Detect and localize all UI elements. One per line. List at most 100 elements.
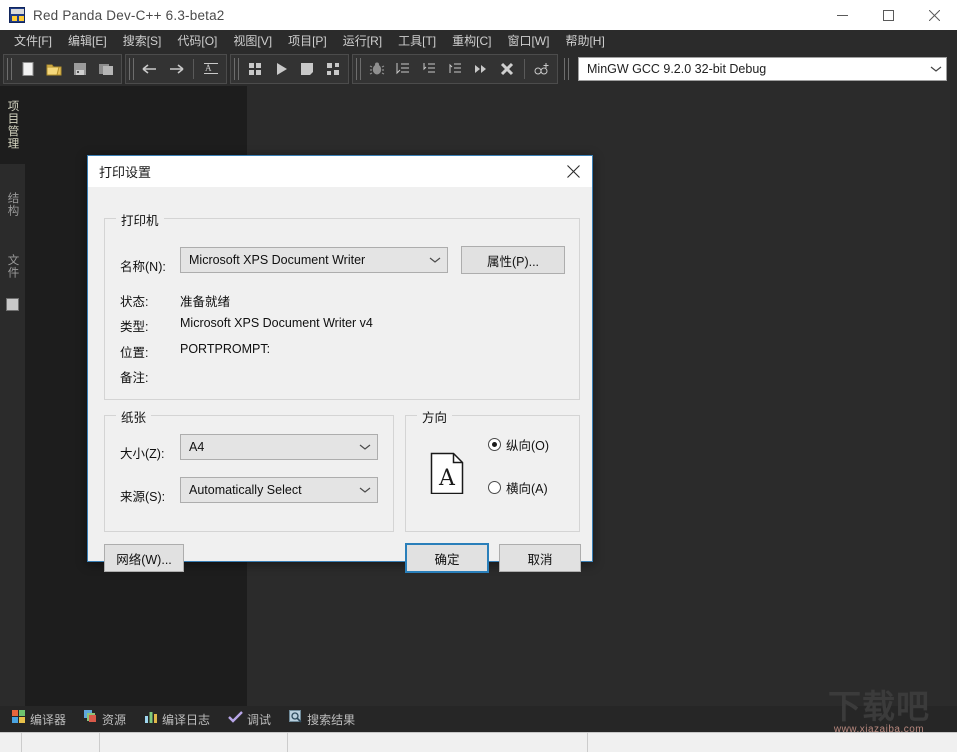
paper-source-select[interactable]: Automatically Select bbox=[180, 477, 378, 503]
new-file-icon[interactable] bbox=[15, 56, 41, 82]
toolbar-grip[interactable] bbox=[356, 58, 361, 80]
toolbar-group-build bbox=[230, 54, 349, 84]
app-logo-icon bbox=[9, 7, 25, 23]
application-window: Red Panda Dev-C++ 6.3-beta2 文件[F] 编辑[E] … bbox=[0, 0, 957, 752]
toolbar-grip[interactable] bbox=[129, 58, 134, 80]
step-out-icon[interactable] bbox=[442, 56, 468, 82]
printer-type-label: 类型: bbox=[120, 320, 149, 334]
continue-icon[interactable] bbox=[468, 56, 494, 82]
back-arrow-icon[interactable] bbox=[137, 56, 163, 82]
paper-group-title: 纸张 bbox=[116, 407, 152, 426]
printer-name-label: 名称(N): bbox=[120, 260, 166, 274]
orientation-portrait-radio[interactable]: 纵向(O) bbox=[488, 435, 549, 454]
bottom-tab-compiler[interactable]: 编译器 bbox=[12, 709, 67, 729]
title-bar: Red Panda Dev-C++ 6.3-beta2 bbox=[0, 0, 957, 30]
window-title: Red Panda Dev-C++ 6.3-beta2 bbox=[33, 7, 225, 23]
printer-name-select[interactable]: Microsoft XPS Document Writer bbox=[180, 247, 448, 273]
cancel-button[interactable]: 取消 bbox=[499, 544, 581, 572]
cancel-button-label: 取消 bbox=[527, 552, 553, 567]
menu-tools[interactable]: 工具[T] bbox=[390, 31, 444, 51]
menu-file[interactable]: 文件[F] bbox=[6, 31, 60, 51]
menu-edit[interactable]: 编辑[E] bbox=[60, 31, 115, 51]
printer-group-title: 打印机 bbox=[116, 210, 164, 229]
ok-button-label: 确定 bbox=[434, 552, 460, 567]
check-icon bbox=[228, 710, 243, 729]
format-code-icon[interactable]: A bbox=[198, 56, 224, 82]
debug-bug-icon[interactable] bbox=[364, 56, 390, 82]
save-all-icon[interactable] bbox=[93, 56, 119, 82]
chevron-down-icon bbox=[359, 483, 371, 497]
menu-window[interactable]: 窗口[W] bbox=[499, 31, 557, 51]
printer-comment-label: 备注: bbox=[120, 371, 149, 385]
radio-landscape-indicator bbox=[488, 481, 501, 494]
orientation-landscape-label: 横向(A) bbox=[506, 482, 548, 496]
status-cell-1 bbox=[0, 732, 22, 752]
resource-icon bbox=[84, 709, 98, 729]
sidebar-tab-structure[interactable]: 结构 bbox=[0, 178, 25, 230]
maximize-button[interactable] bbox=[865, 0, 911, 30]
printer-location-value: PORTPROMPT: bbox=[180, 342, 271, 356]
bottom-tab-compiler-label: 编译器 bbox=[30, 712, 67, 727]
printer-properties-button[interactable]: 属性(P)... bbox=[461, 246, 565, 274]
status-bar bbox=[0, 732, 957, 752]
stop-debug-icon[interactable] bbox=[494, 56, 520, 82]
panel-toggle-icon[interactable] bbox=[6, 298, 19, 311]
dialog-title-bar: 打印设置 bbox=[88, 156, 592, 187]
menu-search[interactable]: 搜索[S] bbox=[115, 31, 170, 51]
bottom-tab-search-results-label: 搜索结果 bbox=[307, 712, 356, 727]
chevron-down-icon bbox=[930, 62, 942, 76]
sidebar-tab-files[interactable]: 文件 bbox=[0, 240, 25, 292]
menu-code[interactable]: 代码[O] bbox=[169, 31, 225, 51]
toolbar-separator bbox=[193, 59, 194, 79]
svg-text:A: A bbox=[438, 466, 456, 491]
paper-size-select[interactable]: A4 bbox=[180, 434, 378, 460]
bottom-tab-compile-log-label: 编译日志 bbox=[162, 712, 211, 727]
paper-source-label: 来源(S): bbox=[120, 490, 166, 504]
bottom-tab-bar: 编译器 资源 编译日志 调试 搜索结果 bbox=[0, 706, 957, 732]
menu-run[interactable]: 运行[R] bbox=[335, 31, 390, 51]
menu-project[interactable]: 项目[P] bbox=[280, 31, 335, 51]
dialog-body: 打印机 名称(N): Microsoft XPS Document Writer… bbox=[88, 187, 592, 573]
minimize-button[interactable] bbox=[819, 0, 865, 30]
orientation-portrait-label: 纵向(O) bbox=[506, 439, 550, 453]
printer-status-label: 状态: bbox=[120, 295, 149, 309]
ok-button[interactable]: 确定 bbox=[405, 543, 489, 573]
stop-icon[interactable] bbox=[294, 56, 320, 82]
compile-icon[interactable] bbox=[242, 56, 268, 82]
log-chart-icon bbox=[144, 710, 158, 729]
save-icon[interactable] bbox=[67, 56, 93, 82]
bottom-tab-resources[interactable]: 资源 bbox=[84, 709, 126, 729]
paper-size-label: 大小(Z): bbox=[120, 447, 165, 461]
compile-run-icon[interactable] bbox=[320, 56, 346, 82]
menu-help[interactable]: 帮助[H] bbox=[557, 31, 612, 51]
toolbar-grip[interactable] bbox=[564, 58, 569, 80]
run-icon[interactable] bbox=[268, 56, 294, 82]
bottom-tab-search-results[interactable]: 搜索结果 bbox=[289, 709, 356, 729]
printer-name-value: Microsoft XPS Document Writer bbox=[189, 253, 366, 267]
close-button[interactable] bbox=[911, 0, 957, 30]
menu-view[interactable]: 视图[V] bbox=[225, 31, 280, 51]
open-folder-icon[interactable] bbox=[41, 56, 67, 82]
network-button[interactable]: 网络(W)... bbox=[104, 544, 184, 572]
compiler-set-select[interactable]: MinGW GCC 9.2.0 32-bit Debug bbox=[578, 57, 947, 81]
forward-arrow-icon[interactable] bbox=[163, 56, 189, 82]
bottom-tab-debug[interactable]: 调试 bbox=[228, 710, 271, 729]
bottom-tab-compile-log[interactable]: 编译日志 bbox=[144, 710, 210, 729]
toolbar-group-debug bbox=[352, 54, 558, 84]
toolbar-grip[interactable] bbox=[234, 58, 239, 80]
dialog-close-button[interactable] bbox=[554, 156, 592, 187]
toolbar-group-compiler-set: MinGW GCC 9.2.0 32-bit Debug bbox=[561, 54, 957, 84]
tool-bar: A MinGW GCC 9.2.0 32-bit Debug bbox=[0, 52, 957, 86]
toolbar-grip[interactable] bbox=[7, 58, 12, 80]
status-cell-4 bbox=[288, 732, 588, 752]
add-watch-icon[interactable] bbox=[529, 56, 555, 82]
menu-bar: 文件[F] 编辑[E] 搜索[S] 代码[O] 视图[V] 项目[P] 运行[R… bbox=[0, 30, 957, 52]
step-into-icon[interactable] bbox=[416, 56, 442, 82]
printer-type-value: Microsoft XPS Document Writer v4 bbox=[180, 316, 373, 330]
step-over-icon[interactable] bbox=[390, 56, 416, 82]
orientation-landscape-radio[interactable]: 横向(A) bbox=[488, 478, 548, 497]
page-orientation-preview-icon: A bbox=[430, 452, 464, 495]
sidebar-tab-project[interactable]: 项目管理 bbox=[0, 86, 25, 164]
menu-refactor[interactable]: 重构[C] bbox=[444, 31, 499, 51]
paper-source-value: Automatically Select bbox=[189, 483, 302, 497]
